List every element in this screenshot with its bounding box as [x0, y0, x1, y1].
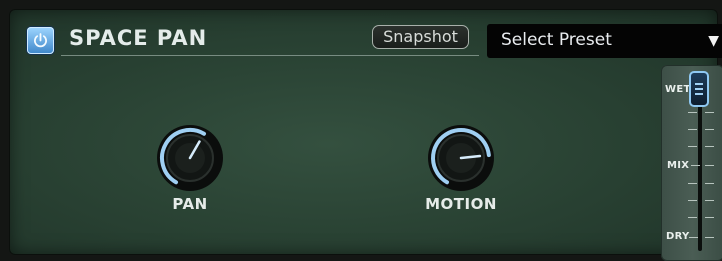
title-divider [61, 55, 479, 56]
fader-tick [705, 183, 714, 184]
preset-dropdown-label: Select Preset [501, 30, 612, 50]
fader-tick [705, 237, 714, 238]
motion-knob[interactable] [426, 123, 496, 193]
fader-tick [705, 129, 714, 130]
dry-label: DRY [666, 231, 690, 242]
wet-label: WET [665, 84, 691, 95]
plugin-title: SPACE PAN [69, 26, 208, 50]
mix-label: MIX [667, 160, 690, 171]
fader-tick [705, 112, 714, 113]
triangle-down-icon: ▼ [708, 33, 719, 49]
pan-knob[interactable] [155, 123, 225, 193]
fader-tick [705, 165, 714, 166]
power-icon [34, 33, 47, 48]
fader-tick [688, 112, 697, 113]
fader-tick [688, 217, 697, 218]
fader-grip-line [695, 83, 703, 85]
fader-tick [705, 217, 714, 218]
fader-tick [688, 200, 697, 201]
fader-tick [689, 237, 698, 238]
fader-tick [688, 183, 697, 184]
motion-knob-group: MOTION [421, 123, 501, 213]
fader-tick [688, 129, 697, 130]
preset-dropdown[interactable]: Select Preset ▼ [487, 24, 722, 58]
fader-grip-line [695, 88, 703, 90]
fader-grip-line [695, 93, 703, 95]
power-button[interactable] [27, 27, 54, 54]
motion-knob-label: MOTION [425, 195, 497, 213]
snapshot-button[interactable]: Snapshot [372, 25, 469, 49]
fader-tick [691, 165, 700, 166]
fader-tick [688, 146, 697, 147]
fader-tick [705, 200, 714, 201]
mix-fader-handle[interactable] [689, 71, 709, 107]
mix-fader-panel: WET MIX DRY [661, 65, 722, 261]
fader-tick [705, 146, 714, 147]
pan-knob-label: PAN [172, 195, 208, 213]
plugin-panel: SPACE PAN Snapshot Select Preset ▼ PAN M… [9, 9, 722, 261]
pan-knob-group: PAN [150, 123, 230, 213]
